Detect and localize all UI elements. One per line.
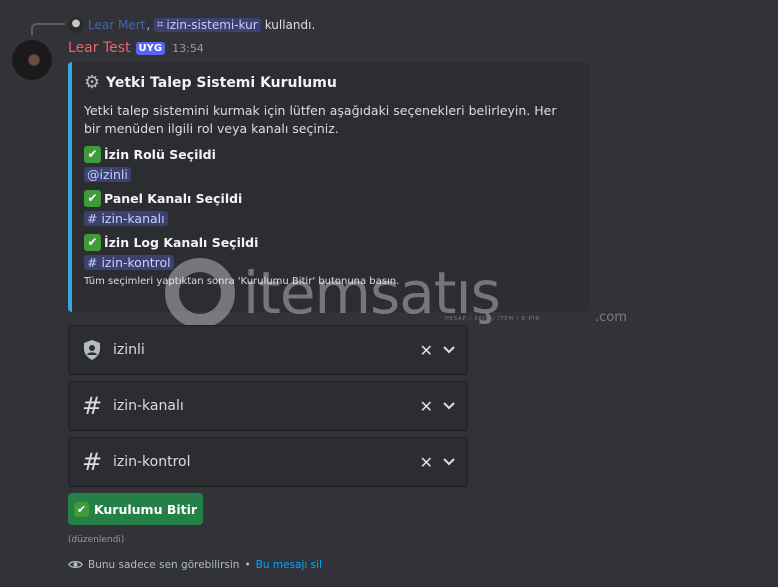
- ephemeral-separator: •: [244, 558, 251, 571]
- check-mark-icon: ✔: [84, 145, 101, 163]
- embed-title: ⚙ Yetki Talep Sistemi Kurulumu: [84, 74, 575, 92]
- embed-description: Yetki talep sistemini kurmak için lütfen…: [84, 103, 557, 136]
- role-mention[interactable]: @izinli: [84, 167, 131, 182]
- clear-icon[interactable]: ✕: [420, 397, 433, 416]
- channel-mention[interactable]: # izin-kontrol: [84, 255, 174, 270]
- field-name: ✔ İzin Log Kanalı Seçildi: [84, 232, 575, 252]
- embed-footer: Tüm seçimleri yaptıktan sonra 'Kurulumu …: [84, 276, 400, 287]
- reply-author[interactable]: Lear Mert: [88, 18, 145, 32]
- check-mark-icon: ✔: [84, 233, 101, 251]
- command-mention[interactable]: ⌗ izin-sistemi-kur: [154, 18, 261, 32]
- role-shield-icon: [81, 339, 103, 361]
- channel-mention[interactable]: # izin-kanalı: [84, 211, 168, 226]
- message-timestamp[interactable]: 13:54: [172, 42, 204, 55]
- watermark-tagline: HESAP / SKIN / İTEM / E-PİN: [445, 316, 541, 322]
- finish-setup-label: Kurulumu Bitir: [93, 501, 198, 517]
- select-value: izin-kanalı: [113, 398, 184, 414]
- ephemeral-notice: Bunu sadece sen görebilirsin • Bu mesajı…: [68, 557, 322, 572]
- embed: ⚙ Yetki Talep Sistemi Kurulumu Yetki tal…: [68, 62, 589, 312]
- avatar[interactable]: [12, 40, 52, 80]
- command-name: izin-sistemi-kur: [166, 18, 258, 32]
- finish-setup-button[interactable]: ✔ Kurulumu Bitir: [68, 493, 203, 525]
- hash-icon: #: [81, 392, 103, 420]
- embed-field-log-channel: ✔ İzin Log Kanalı Seçildi # izin-kontrol: [84, 232, 575, 271]
- embed-field-role: ✔ İzin Rolü Seçildi @izinli: [84, 144, 575, 183]
- log-channel-select-menu[interactable]: # izin-kontrol ✕: [68, 437, 468, 487]
- eye-icon: [68, 557, 83, 572]
- ephemeral-text: Bunu sadece sen görebilirsin: [88, 558, 240, 571]
- field-name-text: İzin Log Kanalı Seçildi: [104, 234, 259, 250]
- message-header: Lear Test UYG 13:54: [68, 40, 204, 56]
- panel-channel-select-menu[interactable]: # izin-kanalı ✕: [68, 381, 468, 431]
- embed-field-panel-channel: ✔ Panel Kanalı Seçildi # izin-kanalı: [84, 188, 575, 227]
- chevron-down-icon[interactable]: [443, 456, 455, 468]
- embed-title-text: Yetki Talep Sistemi Kurulumu: [106, 75, 337, 91]
- chevron-down-icon[interactable]: [443, 344, 455, 356]
- slash-command-icon: ⌗: [157, 18, 164, 31]
- clear-icon[interactable]: ✕: [420, 341, 433, 360]
- watermark-suffix: .com: [595, 310, 627, 325]
- app-badge: UYG: [135, 41, 166, 55]
- role-select-menu[interactable]: izinli ✕: [68, 325, 468, 375]
- reply-comma: ,: [146, 18, 151, 32]
- field-name: ✔ Panel Kanalı Seçildi: [84, 188, 575, 208]
- gear-icon: ⚙: [84, 72, 101, 93]
- reply-avatar[interactable]: [68, 17, 84, 33]
- field-name-text: İzin Rolü Seçildi: [104, 146, 216, 162]
- clear-icon[interactable]: ✕: [420, 453, 433, 472]
- check-mark-icon: ✔: [73, 501, 89, 517]
- edited-indicator: (düzenlendi): [68, 535, 125, 545]
- reply-action: kullandı.: [264, 18, 316, 32]
- select-value: izinli: [113, 342, 145, 358]
- hash-icon: #: [81, 448, 103, 476]
- reply-context[interactable]: Lear Mert , ⌗ izin-sistemi-kur kullandı.: [68, 16, 315, 34]
- dismiss-message-link[interactable]: Bu mesajı sil: [256, 559, 322, 571]
- select-value: izin-kontrol: [113, 454, 191, 470]
- check-mark-icon: ✔: [84, 189, 101, 207]
- chevron-down-icon[interactable]: [443, 400, 455, 412]
- reply-connector-line: [31, 23, 65, 35]
- field-name-text: Panel Kanalı Seçildi: [104, 190, 243, 206]
- field-name: ✔ İzin Rolü Seçildi: [84, 144, 575, 164]
- message-author[interactable]: Lear Test: [68, 40, 131, 56]
